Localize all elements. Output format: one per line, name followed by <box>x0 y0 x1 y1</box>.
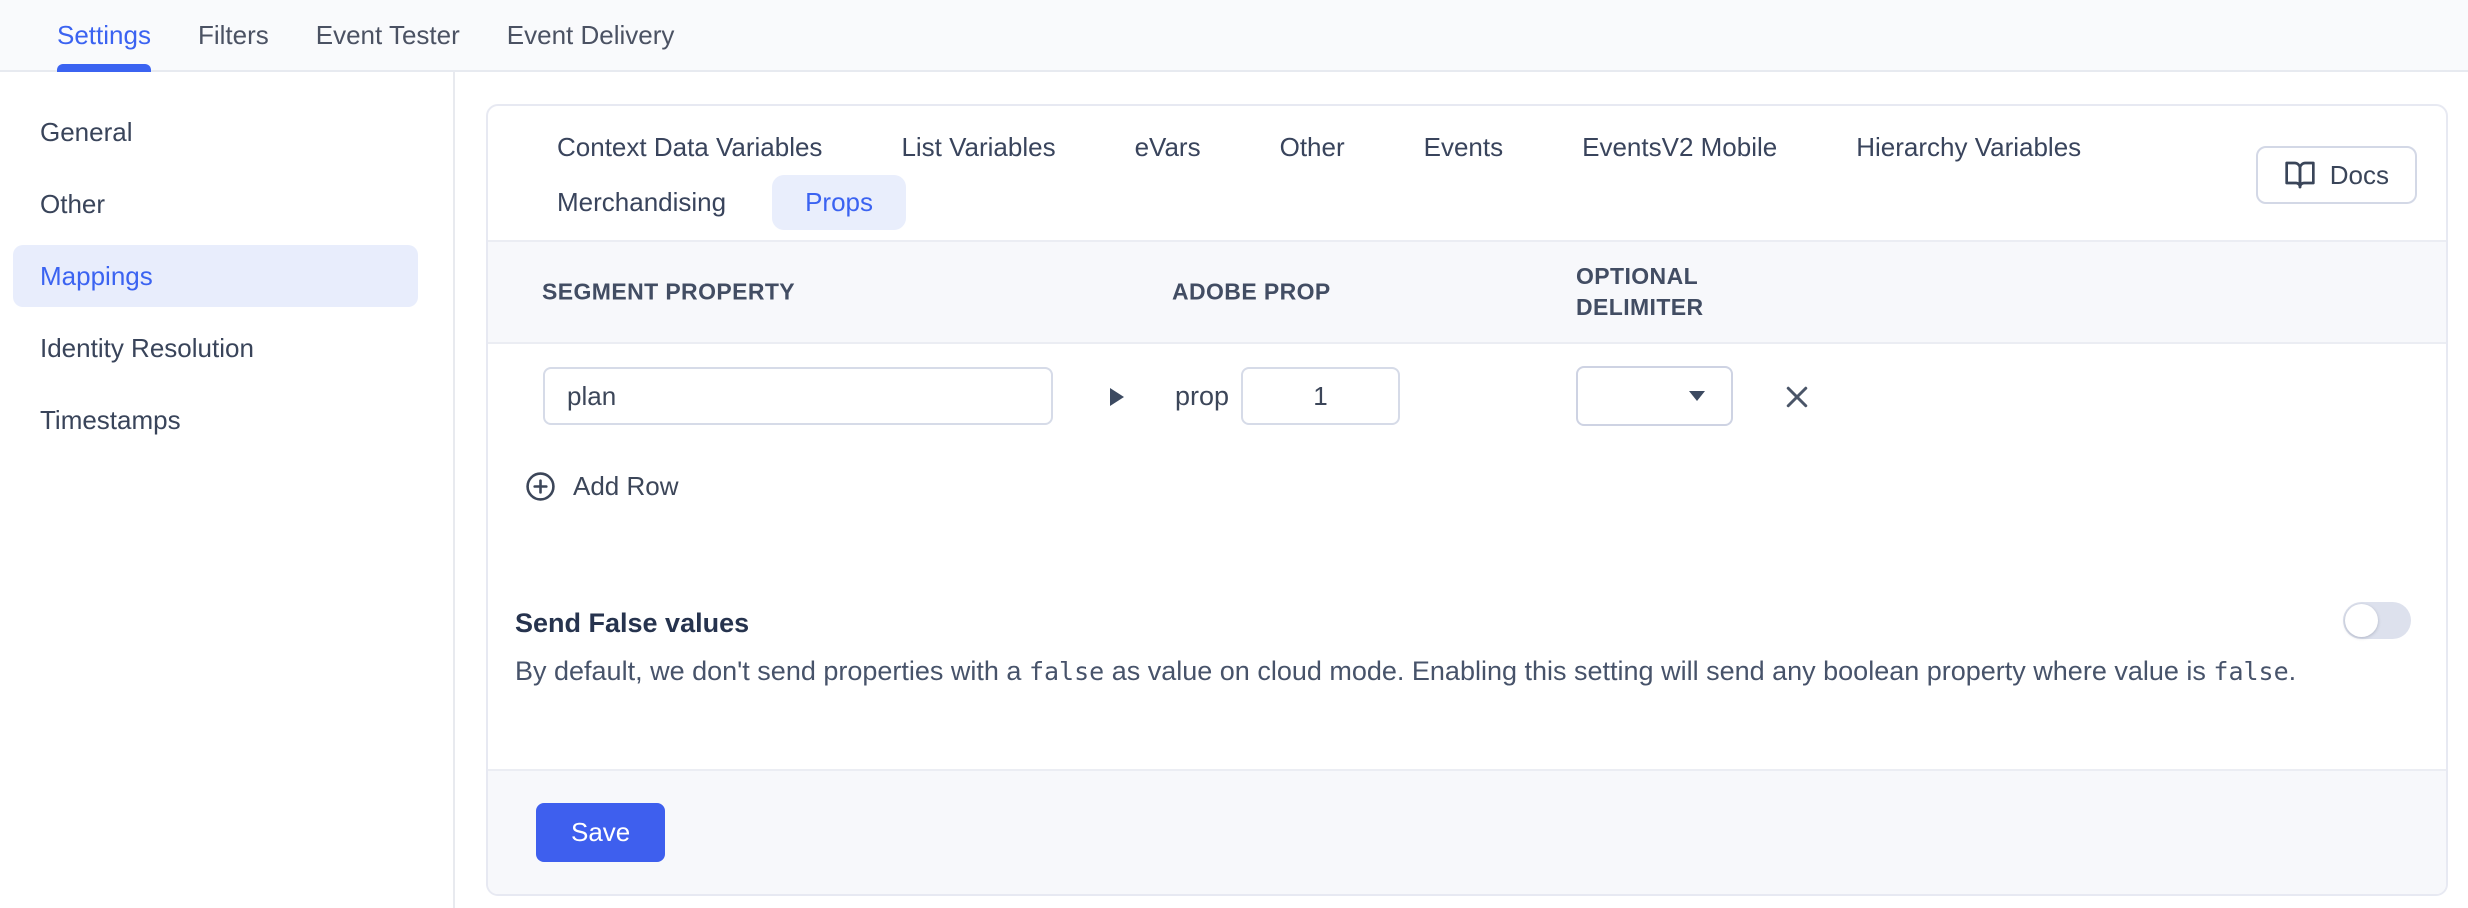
mappings-card: Context Data Variables List Variables eV… <box>486 104 2448 896</box>
description-text: as value on cloud mode. Enabling this se… <box>1104 656 2213 686</box>
tab-label: Other <box>1280 132 1345 163</box>
docs-button[interactable]: Docs <box>2256 146 2417 204</box>
delimiter-dropdown[interactable] <box>1576 366 1733 426</box>
tab-label: Context Data Variables <box>557 132 822 163</box>
active-tab-underline <box>57 64 151 72</box>
nav-tab-settings[interactable]: Settings <box>57 0 151 70</box>
tab-events[interactable]: Events <box>1391 120 1537 175</box>
sidebar-item-identity-resolution[interactable]: Identity Resolution <box>13 317 418 379</box>
top-nav: Settings Filters Event Tester Event Deli… <box>0 0 2468 72</box>
tab-label: Props <box>805 187 873 218</box>
tab-label: Hierarchy Variables <box>1856 132 2081 163</box>
nav-tab-event-tester[interactable]: Event Tester <box>316 0 460 70</box>
nav-tab-label: Filters <box>198 20 269 51</box>
send-false-values-section: Send False values By default, we don't s… <box>488 608 2446 692</box>
arrow-right-icon <box>1110 388 1124 406</box>
docs-button-label: Docs <box>2330 160 2389 191</box>
close-icon <box>1782 382 1812 412</box>
segment-property-input[interactable] <box>543 367 1053 425</box>
column-header-segment-property: SEGMENT PROPERTY <box>542 277 795 308</box>
variables-tabs: Context Data Variables List Variables eV… <box>524 120 2184 230</box>
tab-label: eVars <box>1135 132 1201 163</box>
column-header-optional-delimiter: OPTIONAL DELIMITER <box>1576 261 1746 323</box>
description-text: . <box>2289 656 2297 686</box>
sidebar-item-label: Mappings <box>40 261 153 292</box>
sidebar-item-label: General <box>40 117 133 148</box>
adobe-prop-prefix-label: prop <box>1175 367 1229 425</box>
nav-tab-label: Event Delivery <box>507 20 675 51</box>
tab-hierarchy-variables[interactable]: Hierarchy Variables <box>1823 120 2114 175</box>
book-open-icon <box>2284 159 2316 191</box>
nav-tab-filters[interactable]: Filters <box>198 0 269 70</box>
main-content: Context Data Variables List Variables eV… <box>455 72 2468 908</box>
sidebar-item-mappings[interactable]: Mappings <box>13 245 418 307</box>
tab-label: Events <box>1424 132 1504 163</box>
sidebar-item-general[interactable]: General <box>13 101 418 163</box>
delete-row-button[interactable] <box>1782 382 1812 412</box>
column-header-adobe-prop: ADOBE PROP <box>1172 277 1331 308</box>
nav-tab-label: Settings <box>57 20 151 51</box>
tab-label: List Variables <box>901 132 1055 163</box>
send-false-values-toggle[interactable] <box>2343 602 2411 639</box>
tab-other[interactable]: Other <box>1247 120 1378 175</box>
false-code-literal: false <box>1029 657 1104 686</box>
chevron-down-icon <box>1689 391 1705 401</box>
send-false-values-title: Send False values <box>515 608 2446 639</box>
sidebar-item-timestamps[interactable]: Timestamps <box>13 389 418 451</box>
mapping-table-row: prop <box>488 344 2446 456</box>
card-footer: Save <box>488 769 2446 894</box>
adobe-prop-number-input[interactable] <box>1241 367 1400 425</box>
send-false-values-description: By default, we don't send properties wit… <box>515 651 2330 692</box>
tab-context-data-variables[interactable]: Context Data Variables <box>524 120 855 175</box>
tab-list-variables[interactable]: List Variables <box>868 120 1088 175</box>
nav-tab-event-delivery[interactable]: Event Delivery <box>507 0 675 70</box>
sidebar-item-label: Other <box>40 189 105 220</box>
sidebar-item-other[interactable]: Other <box>13 173 418 235</box>
tab-props[interactable]: Props <box>772 175 906 230</box>
tab-merchandising[interactable]: Merchandising <box>524 175 759 230</box>
sidebar-item-label: Timestamps <box>40 405 181 436</box>
save-button[interactable]: Save <box>536 803 665 862</box>
add-row-label: Add Row <box>573 471 679 502</box>
mapping-table-header: SEGMENT PROPERTY ADOBE PROP OPTIONAL DEL… <box>488 240 2446 344</box>
plus-circle-icon <box>525 471 556 502</box>
settings-sidebar: General Other Mappings Identity Resoluti… <box>0 72 455 908</box>
tab-label: Merchandising <box>557 187 726 218</box>
add-row-button[interactable]: Add Row <box>488 456 788 516</box>
nav-tab-label: Event Tester <box>316 20 460 51</box>
toggle-knob <box>2345 604 2378 637</box>
sidebar-item-label: Identity Resolution <box>40 333 254 364</box>
tab-label: EventsV2 Mobile <box>1582 132 1777 163</box>
description-text: By default, we don't send properties wit… <box>515 656 1029 686</box>
tab-eventsv2-mobile[interactable]: EventsV2 Mobile <box>1549 120 1810 175</box>
tab-evars[interactable]: eVars <box>1102 120 1234 175</box>
variables-tab-bar: Context Data Variables List Variables eV… <box>488 106 2446 240</box>
false-code-literal: false <box>2213 657 2288 686</box>
